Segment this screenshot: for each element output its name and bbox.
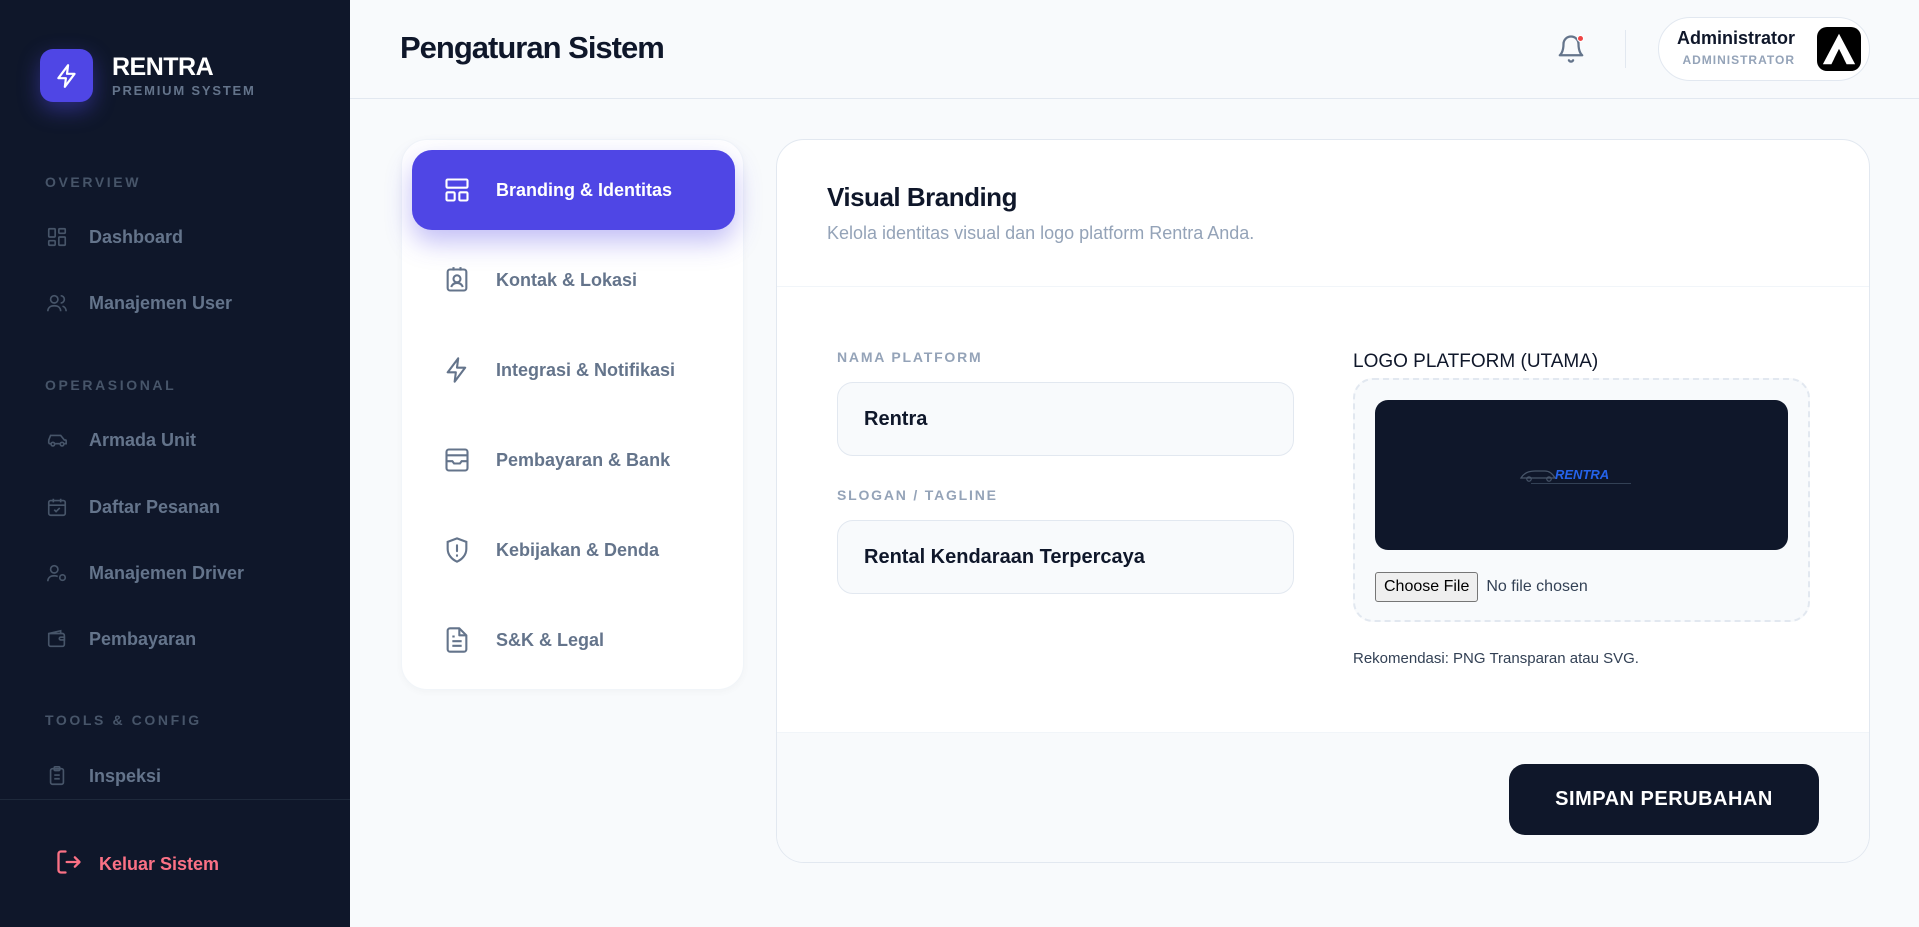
tab-label: S&K & Legal [496, 629, 605, 650]
section-title-tools-config: TOOLS & CONFIG [45, 712, 202, 728]
tab-label: Pembayaran & Bank [496, 449, 671, 470]
page-title: Pengaturan Sistem [400, 30, 665, 65]
sidebar-item-label: Manajemen User [89, 292, 233, 313]
sidebar-item-manajemen-driver[interactable]: Manajemen Driver [45, 558, 244, 588]
notification-button[interactable] [1556, 33, 1586, 65]
sidebar-item-armada-unit[interactable]: Armada Unit [45, 425, 196, 455]
sidebar-item-label: Manajemen Driver [89, 562, 245, 583]
avatar [1817, 27, 1861, 71]
logo-upload-zone[interactable]: RENTRA Choose File No file chosen [1353, 378, 1810, 622]
brand[interactable]: RENTRA PREMIUM SYSTEM [40, 49, 256, 102]
logo-preview: RENTRA [1375, 400, 1788, 550]
brand-subtitle: PREMIUM SYSTEM [112, 83, 256, 98]
sidebar-item-label: Pembayaran [89, 628, 197, 649]
logo-preview-text: RENTRA [1555, 467, 1609, 482]
brand-logo [40, 49, 93, 102]
grid-icon [45, 225, 69, 249]
shield-alert-icon [442, 535, 472, 565]
section-title-operasional: OPERASIONAL [45, 377, 177, 393]
user-name: Administrator [1676, 28, 1795, 48]
avatar-logo-icon [1822, 33, 1856, 65]
sidebar-divider [0, 799, 350, 800]
card-title: Visual Branding [827, 182, 1017, 212]
user-cog-icon [45, 561, 69, 585]
tab-pembayaran-bank[interactable]: Pembayaran & Bank [412, 420, 735, 500]
tab-integrasi-notifikasi[interactable]: Integrasi & Notifikasi [412, 330, 735, 410]
logo-label: LOGO PLATFORM (UTAMA) [1353, 351, 1599, 372]
wallet-icon [45, 627, 69, 651]
slogan-label: SLOGAN / TAGLINE [837, 487, 998, 503]
logout-icon [55, 848, 83, 881]
sidebar-item-manajemen-user[interactable]: Manajemen User [45, 288, 232, 318]
tab-label: Kebijakan & Denda [496, 539, 660, 560]
tab-label: Integrasi & Notifikasi [496, 359, 676, 380]
car-icon [45, 428, 69, 452]
sidebar-item-label: Inspeksi [89, 765, 162, 786]
bolt-icon [442, 355, 472, 385]
sidebar-item-label: Daftar Pesanan [89, 496, 221, 517]
document-icon [442, 625, 472, 655]
clipboard-icon [45, 764, 69, 788]
sidebar-item-pembayaran[interactable]: Pembayaran [45, 624, 196, 654]
calendar-check-icon [45, 495, 69, 519]
section-title-overview: OVERVIEW [45, 174, 142, 190]
platform-name-label: NAMA PLATFORM [837, 349, 983, 365]
slogan-input[interactable] [837, 520, 1294, 594]
contact-icon [442, 265, 472, 295]
lightning-icon [56, 63, 76, 88]
notification-dot [1577, 35, 1584, 42]
logout-label: Keluar Sistem [99, 854, 220, 874]
user-role: ADMINISTRATOR [1682, 53, 1795, 67]
sidebar-item-daftar-pesanan[interactable]: Daftar Pesanan [45, 492, 220, 522]
tab-sk-legal[interactable]: S&K & Legal [412, 600, 735, 680]
logout-button[interactable]: Keluar Sistem [55, 848, 219, 881]
header: Pengaturan Sistem Administrator ADMINIST… [350, 0, 1919, 99]
sidebar-item-label: Armada Unit [89, 429, 197, 450]
layout-icon [442, 175, 472, 205]
tab-branding-identitas[interactable]: Branding & Identitas [412, 150, 735, 230]
user-menu[interactable]: Administrator ADMINISTRATOR [1658, 17, 1870, 81]
file-status: No file chosen [1486, 578, 1588, 595]
tab-label: Kontak & Lokasi [496, 269, 638, 290]
sidebar-item-label: Dashboard [89, 226, 184, 247]
card-footer: SIMPAN PERUBAHAN [777, 732, 1869, 862]
tab-label: Branding & Identitas [496, 179, 673, 200]
inbox-icon [442, 445, 472, 475]
header-separator [1625, 30, 1626, 68]
brand-name: RENTRA [112, 53, 214, 81]
visual-branding-card: Visual Branding Kelola identitas visual … [776, 139, 1870, 863]
sidebar-item-inspeksi[interactable]: Inspeksi [45, 761, 161, 791]
card-divider [777, 286, 1869, 287]
choose-file-button[interactable]: Choose File [1375, 572, 1479, 602]
save-button[interactable]: SIMPAN PERUBAHAN [1509, 764, 1819, 835]
tab-kontak-lokasi[interactable]: Kontak & Lokasi [412, 240, 735, 320]
sidebar-item-dashboard[interactable]: Dashboard [45, 222, 183, 252]
platform-name-input[interactable] [837, 382, 1294, 456]
sidebar: RENTRA PREMIUM SYSTEM OVERVIEW Dashboard… [0, 0, 350, 927]
tab-kebijakan-denda[interactable]: Kebijakan & Denda [412, 510, 735, 590]
card-subtitle: Kelola identitas visual dan logo platfor… [827, 223, 1255, 243]
rentra-logo-image: RENTRA [1519, 467, 1631, 484]
settings-nav: Branding & Identitas Kontak & Lokasi Int… [401, 139, 744, 690]
users-icon [45, 291, 69, 315]
logo-hint: Rekomendasi: PNG Transparan atau SVG. [1353, 650, 1639, 667]
